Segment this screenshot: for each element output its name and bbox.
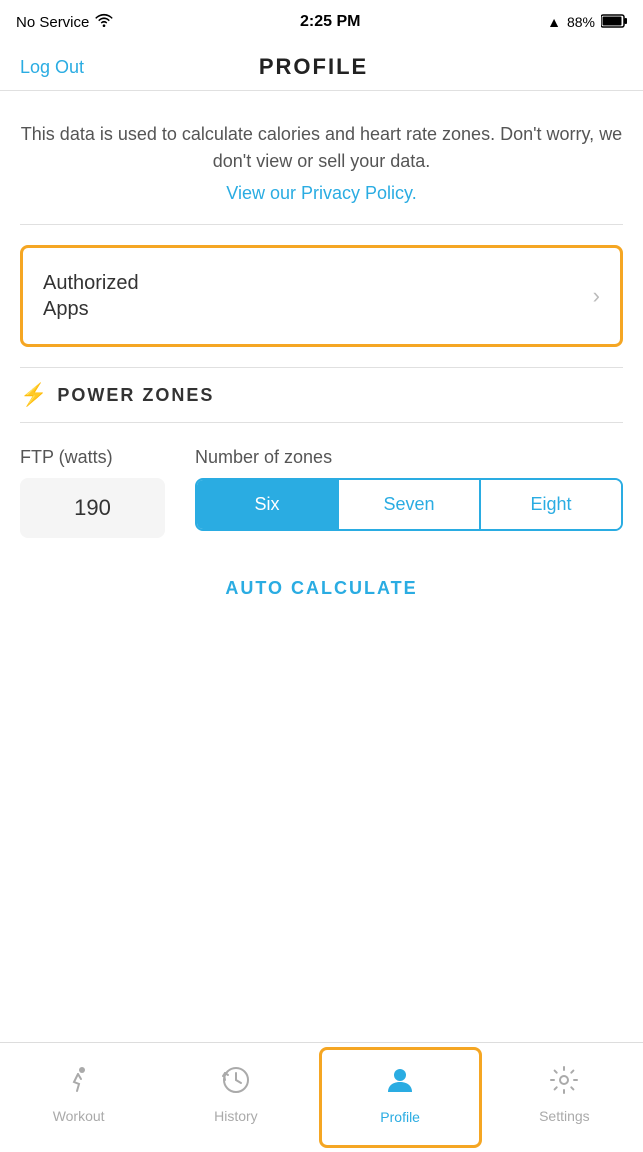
privacy-policy-link[interactable]: View our Privacy Policy. (226, 183, 416, 203)
ftp-group: FTP (watts) 190 (20, 447, 165, 538)
zone-seven-button[interactable]: Seven (339, 480, 481, 529)
tab-settings[interactable]: Settings (486, 1043, 643, 1152)
location-icon: ▲ (547, 14, 561, 30)
status-left: No Service (16, 13, 113, 31)
ftp-value[interactable]: 190 (20, 478, 165, 538)
battery-icon (601, 14, 627, 31)
tab-bar: Workout History Profile (0, 1042, 643, 1152)
divider-1 (20, 224, 623, 225)
zone-eight-button[interactable]: Eight (481, 480, 621, 529)
status-right: ▲ 88% (547, 14, 627, 31)
main-content: This data is used to calculate calories … (0, 91, 643, 629)
logout-button[interactable]: Log Out (20, 57, 84, 78)
history-icon (221, 1065, 251, 1102)
privacy-link: View our Privacy Policy. (20, 183, 623, 204)
privacy-text: This data is used to calculate calories … (20, 121, 623, 175)
workout-icon (64, 1065, 94, 1102)
authorized-apps-label: AuthorizedApps (43, 270, 139, 322)
authorized-apps-card[interactable]: AuthorizedApps › (20, 245, 623, 347)
power-zones-header: ⚡ POWER ZONES (20, 367, 623, 423)
bolt-icon: ⚡ (20, 382, 47, 408)
profile-tab-label: Profile (380, 1109, 420, 1125)
zones-label: Number of zones (195, 447, 623, 468)
battery-percent: 88% (567, 14, 595, 30)
zones-row: FTP (watts) 190 Number of zones Six Seve… (20, 447, 623, 538)
profile-icon (384, 1064, 416, 1103)
ftp-label: FTP (watts) (20, 447, 165, 468)
carrier-text: No Service (16, 14, 89, 31)
auto-calculate-button[interactable]: AUTO CALCULATE (20, 568, 623, 609)
workout-tab-label: Workout (53, 1108, 105, 1124)
status-time: 2:25 PM (300, 13, 360, 31)
nav-bar: Log Out PROFILE (0, 44, 643, 91)
zones-button-group: Six Seven Eight (195, 478, 623, 531)
tab-workout[interactable]: Workout (0, 1043, 157, 1152)
chevron-right-icon: › (593, 283, 600, 309)
tab-profile[interactable]: Profile (319, 1047, 482, 1148)
zones-group: Number of zones Six Seven Eight (195, 447, 623, 531)
zone-six-button[interactable]: Six (197, 480, 339, 529)
history-tab-label: History (214, 1108, 258, 1124)
settings-tab-label: Settings (539, 1108, 590, 1124)
tab-history[interactable]: History (157, 1043, 314, 1152)
power-zones-title: POWER ZONES (57, 385, 214, 406)
wifi-icon (95, 13, 113, 31)
status-bar: No Service 2:25 PM ▲ 88% (0, 0, 643, 44)
page-title: PROFILE (259, 54, 368, 80)
settings-icon (549, 1065, 579, 1102)
